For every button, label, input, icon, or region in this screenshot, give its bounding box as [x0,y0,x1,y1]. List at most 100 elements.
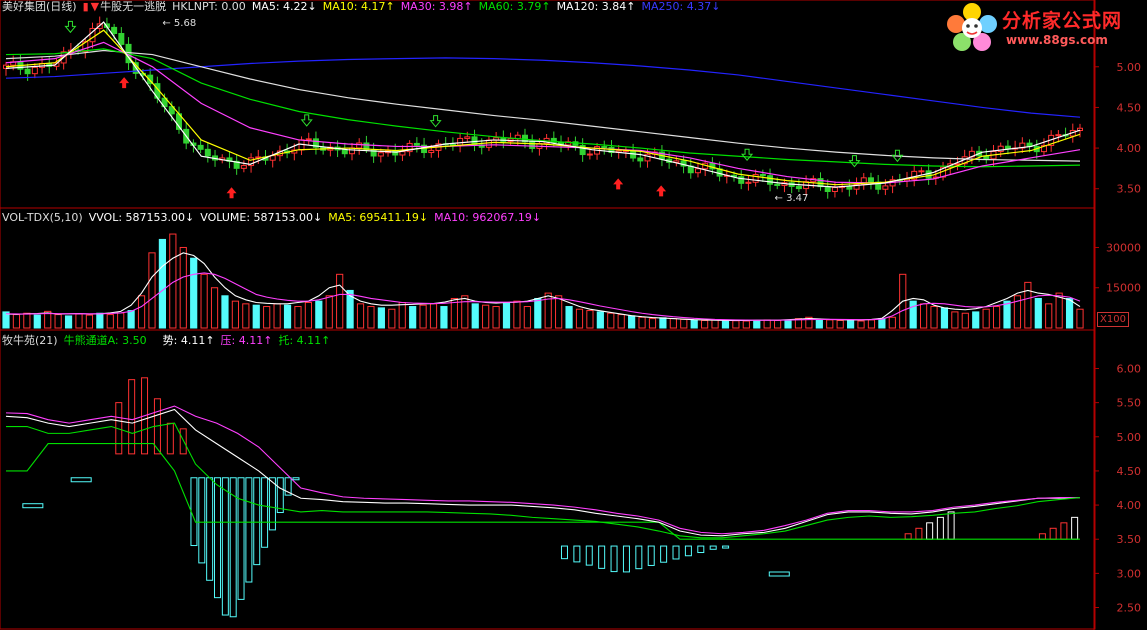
volume-bar [763,319,771,329]
volume-bar [492,306,500,329]
volume-bar [221,295,229,329]
buy-arrow-icon [119,77,130,89]
volume-bar [909,300,917,329]
bear-histogram-bar [573,545,581,563]
bull-histogram-bar [1049,527,1057,540]
bear-histogram-bar [229,477,237,618]
volume-bar [815,318,823,329]
ya-value: 压: 4.11↑ [220,334,273,347]
ma5-value: MA5: 4.22↓ [251,0,317,13]
volume-bar [106,314,114,329]
price-candle [240,165,247,169]
bear-histogram-bar [709,545,717,550]
volume-bar [544,292,552,329]
volume-bar [690,319,698,329]
volume-bar [117,312,125,329]
y-tick-label: 5.00 [1117,431,1142,444]
chart-stage: 5.00 4.50 4.00 3.50 ← 5.68 ← 3.47 30000 15000 6.… [0,0,1147,630]
sell-arrow-icon [300,114,313,127]
annotation-high: ← 5.68 [162,18,196,29]
volume-bar [440,306,448,329]
volume-bar [471,303,479,329]
shi-value: 势: 4.11↑ [162,334,215,347]
annotation-low: ← 3.47 [775,193,809,204]
price-candle [356,142,363,149]
price-candle [759,173,766,177]
volume-bar [273,303,281,329]
volume-bar [638,316,646,329]
bear-histogram-bar [198,477,206,564]
price-candle [529,141,536,149]
indicator-name: 牛股无一逃脱 [100,0,167,13]
volume-bar [398,302,406,329]
volume-bar [784,320,792,329]
volume-bar [555,295,563,329]
price-candle [197,144,204,150]
bear-histogram-bar [22,503,44,509]
vvol-value: VVOL: 587153.00↓ [88,211,195,224]
volume-bar [419,304,427,329]
volume-bar [388,308,396,329]
bear-histogram-bar [635,545,643,570]
stock-title: 美好集团(日线) [2,0,77,13]
volume-bar [242,303,250,329]
price-candle [399,151,406,156]
price-line-ma10 [5,29,1081,186]
bull-histogram-bar [926,522,934,540]
bull-histogram-bar [915,527,923,540]
volume-bar [940,307,949,329]
bear-histogram-bar [292,477,300,481]
price-candle [341,149,348,155]
volume-bar [972,311,980,329]
price-candle [831,187,838,192]
price-candle [204,148,211,157]
bear-histogram-bar [70,477,92,483]
bull-histogram-bar [904,533,912,540]
bear-histogram-bar [213,477,221,599]
volume-bar [1024,281,1032,329]
ma30-value: MA30: 3.98↑ [400,0,473,13]
bear-histogram-bar [768,571,790,577]
volume-bar [263,306,271,329]
volume-bar [315,300,323,329]
volume-bar [210,287,219,329]
volume-bar [461,295,469,329]
price-candle [464,136,471,139]
volume-bar [482,304,490,329]
channel-value: 牛熊通道A: 3.50 [63,334,147,347]
volume-bar [534,297,542,329]
volume-bar [158,238,167,329]
volume-bar [867,319,876,329]
volume-bar [367,306,375,329]
bull-histogram-bar [1060,522,1068,540]
price-candle [428,149,435,154]
volume-bar [294,306,302,329]
volume-bar [127,310,135,329]
volume-bar [961,312,969,329]
volume-bar [54,314,62,329]
bear-histogram-bar [660,545,668,563]
price-candle [882,185,889,190]
bear-histogram-bar [253,477,261,566]
volume-bar [64,315,73,329]
y-tick-label: 4.00 [1117,499,1142,512]
volume-bar [753,319,761,329]
hklnpt-value: HKLNPT: 0.00 [172,0,246,13]
ma250-value: MA250: 4.37↓ [641,0,721,13]
logo-url: www.88gs.com [1006,33,1108,47]
volume-bar [888,316,896,329]
volume-bar [75,313,83,329]
volume-bar [596,311,604,329]
bear-histogram-bar [276,477,284,514]
price-candle [24,68,31,75]
y-tick-label: 4.00 [1117,142,1142,155]
bear-histogram-bar [560,545,568,560]
price-candle [795,185,802,190]
volume-bar [857,320,865,329]
volume-bar [711,319,719,329]
volume-bar [325,295,333,329]
y-tick-label: 4.50 [1117,465,1142,478]
volume-bar [565,306,573,329]
indicator-header: 牧牛苑(21) 牛熊通道A: 3.50 势: 4.11↑ 压: 4.11↑ 托: 4.1… [2,334,336,348]
sell-arrow-icon [429,115,442,128]
